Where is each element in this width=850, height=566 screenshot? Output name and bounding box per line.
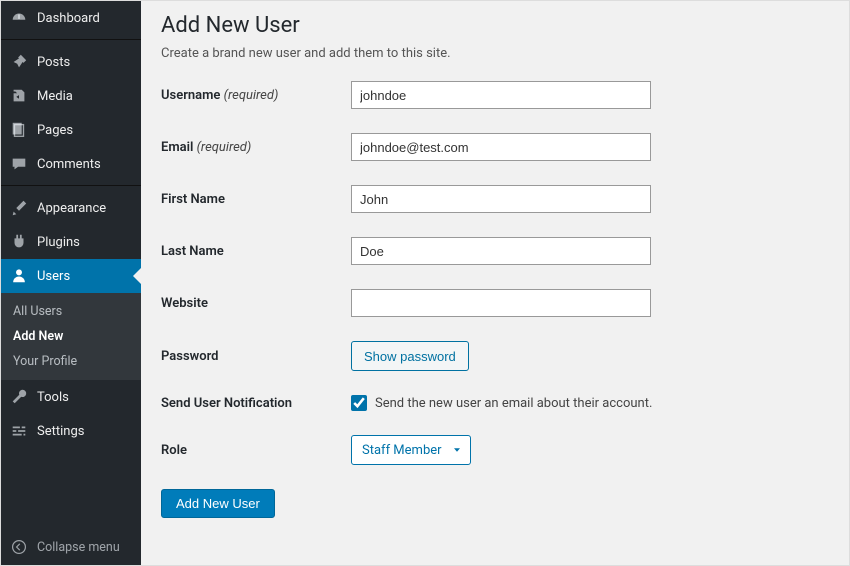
menu-separator (1, 181, 141, 186)
pages-icon (9, 120, 29, 140)
email-label: Email (required) (161, 140, 351, 155)
lastname-input[interactable] (351, 237, 651, 265)
submenu-item-your-profile[interactable]: Your Profile (1, 349, 141, 374)
sliders-icon (9, 421, 29, 441)
notification-checkbox-wrap[interactable]: Send the new user an email about their a… (351, 395, 829, 411)
sidebar-item-label: Media (37, 89, 73, 104)
row-notification: Send User Notification Send the new user… (161, 395, 829, 411)
sidebar-item-comments[interactable]: Comments (1, 147, 141, 181)
user-icon (9, 266, 29, 286)
row-website: Website (161, 289, 829, 317)
row-email: Email (required) (161, 133, 829, 161)
role-selected-value: Staff Member (362, 443, 442, 458)
firstname-label: First Name (161, 192, 351, 207)
menu-separator (1, 35, 141, 40)
collapse-menu[interactable]: Collapse menu (1, 529, 141, 565)
sidebar-item-pages[interactable]: Pages (1, 113, 141, 147)
sidebar-item-label: Posts (37, 55, 70, 70)
page-description: Create a brand new user and add them to … (161, 46, 829, 61)
sidebar-item-plugins[interactable]: Plugins (1, 225, 141, 259)
notification-label: Send User Notification (161, 396, 351, 411)
role-label: Role (161, 443, 351, 458)
firstname-input[interactable] (351, 185, 651, 213)
sidebar-item-label: Dashboard (37, 11, 100, 26)
add-new-user-button[interactable]: Add New User (161, 489, 275, 518)
sidebar-item-label: Appearance (37, 201, 106, 216)
dashboard-icon (9, 8, 29, 28)
users-submenu: All Users Add New Your Profile (1, 293, 141, 380)
sidebar-item-posts[interactable]: Posts (1, 45, 141, 79)
page-title: Add New User (161, 13, 829, 38)
plug-icon (9, 232, 29, 252)
row-lastname: Last Name (161, 237, 829, 265)
collapse-label: Collapse menu (37, 540, 120, 555)
collapse-icon (9, 537, 29, 557)
sidebar-item-label: Users (37, 269, 70, 284)
sidebar-item-label: Tools (37, 390, 69, 405)
username-label: Username (required) (161, 88, 351, 103)
website-label: Website (161, 296, 351, 311)
show-password-button[interactable]: Show password (351, 341, 469, 371)
pin-icon (9, 52, 29, 72)
sidebar-item-label: Plugins (37, 235, 80, 250)
notification-checkbox[interactable] (351, 395, 367, 411)
sidebar-item-settings[interactable]: Settings (1, 414, 141, 448)
chevron-down-icon (451, 444, 463, 456)
sidebar-item-tools[interactable]: Tools (1, 380, 141, 414)
role-select[interactable]: Staff Member (351, 435, 471, 465)
main-content: Add New User Create a brand new user and… (141, 1, 849, 565)
submenu-item-all-users[interactable]: All Users (1, 299, 141, 324)
sidebar-item-appearance[interactable]: Appearance (1, 191, 141, 225)
password-label: Password (161, 349, 351, 364)
row-password: Password Show password (161, 341, 829, 371)
sidebar-item-media[interactable]: Media (1, 79, 141, 113)
sidebar-item-label: Settings (37, 424, 84, 439)
wrench-icon (9, 387, 29, 407)
brush-icon (9, 198, 29, 218)
notification-text: Send the new user an email about their a… (375, 396, 652, 411)
media-icon (9, 86, 29, 106)
email-input[interactable] (351, 133, 651, 161)
sidebar-item-label: Pages (37, 123, 73, 138)
row-firstname: First Name (161, 185, 829, 213)
website-input[interactable] (351, 289, 651, 317)
lastname-label: Last Name (161, 244, 351, 259)
row-username: Username (required) (161, 81, 829, 109)
row-role: Role Staff Member (161, 435, 829, 465)
submenu-item-add-new[interactable]: Add New (1, 324, 141, 349)
sidebar-item-users[interactable]: Users (1, 259, 141, 293)
username-input[interactable] (351, 81, 651, 109)
sidebar-item-dashboard[interactable]: Dashboard (1, 1, 141, 35)
sidebar-item-label: Comments (37, 157, 101, 172)
comments-icon (9, 154, 29, 174)
admin-sidebar: Dashboard Posts Media Pages Comments App… (1, 1, 141, 565)
